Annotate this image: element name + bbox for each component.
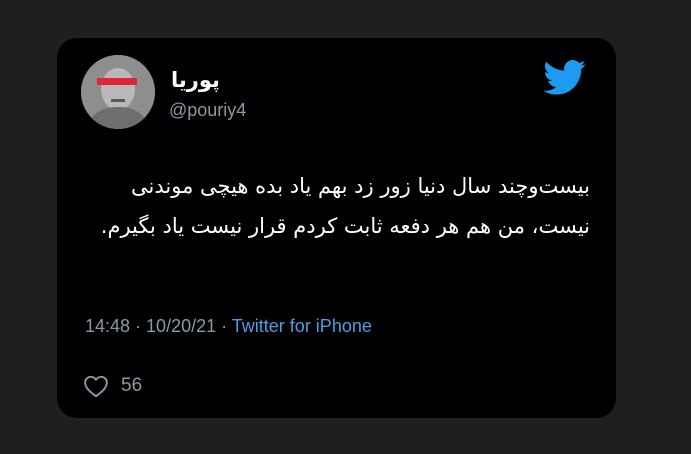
display-name[interactable]: پوریا — [171, 68, 220, 93]
tweet-time[interactable]: 14:48 — [85, 316, 130, 336]
tweet-text: بیست‌وچند سال دنیا زور زد بهم یاد بده هی… — [100, 174, 590, 238]
avatar[interactable] — [81, 55, 155, 129]
meta-separator: · — [130, 316, 147, 336]
heart-icon — [84, 375, 108, 398]
tweet-card: پوریا @pouriy4 بیست‌وچند سال دنیا زور زد… — [57, 38, 616, 418]
tweet-source-link[interactable]: Twitter for iPhone — [232, 316, 372, 336]
like-count: 56 — [121, 375, 143, 396]
user-handle[interactable]: @pouriy4 — [169, 100, 246, 121]
avatar-image — [81, 55, 155, 129]
twitter-bird-icon — [543, 60, 586, 95]
meta-separator: · — [216, 316, 232, 336]
censor-bar — [97, 78, 137, 85]
like-button[interactable]: 56 — [83, 374, 142, 398]
tweet-date[interactable]: 10/20/21 — [146, 316, 216, 336]
tweet-metadata: 14:48 · 10/20/21 · Twitter for iPhone — [85, 316, 372, 337]
